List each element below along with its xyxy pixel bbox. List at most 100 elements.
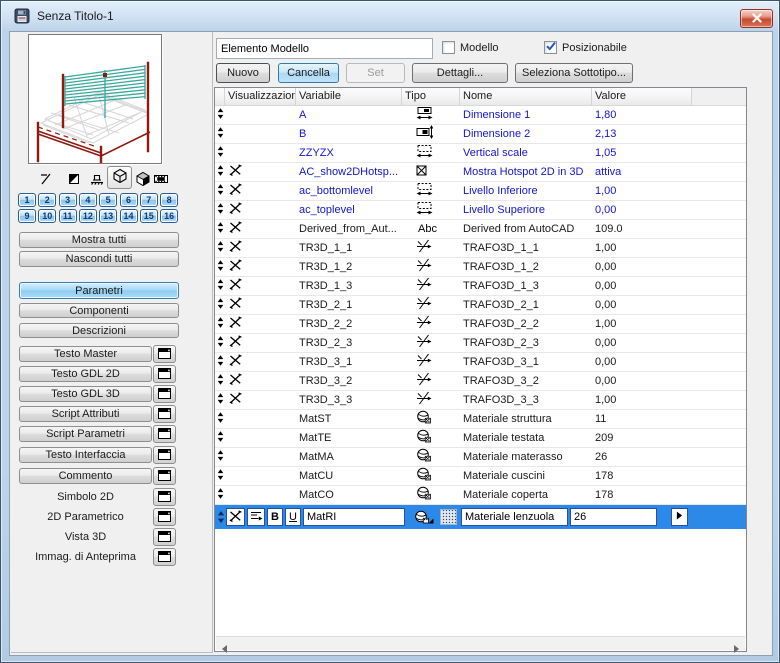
seleziona-sottotipo-button[interactable]: Seleziona Sottotipo... xyxy=(515,63,633,83)
table-row[interactable]: ac_bottomlevelLivello Inferiore1,00 xyxy=(215,182,746,201)
bold-button[interactable]: B xyxy=(267,508,283,526)
view-mode-button-wireframe-3d-icon[interactable] xyxy=(107,166,132,189)
table-row[interactable]: AC_show2DHotsp...Mostra Hotspot 2D in 3D… xyxy=(215,163,746,182)
page-button-15[interactable]: 15 xyxy=(140,209,158,223)
table-row[interactable]: MatTEMateriale testata209 xyxy=(215,429,746,448)
hidden-x-icon[interactable] xyxy=(229,258,242,276)
table-row[interactable]: TR3D_3_2TRAFO3D_3_20,00 xyxy=(215,372,746,391)
set-button[interactable]: Set xyxy=(346,63,405,83)
hidden-x-icon[interactable] xyxy=(229,163,242,181)
table-row[interactable]: Derived_from_Aut...AbcDerived from AutoC… xyxy=(215,220,746,239)
selected-parameter-row[interactable]: B U xyxy=(215,505,746,529)
preview-3d-view[interactable] xyxy=(28,34,162,164)
move-updown-icon[interactable] xyxy=(217,125,224,143)
move-updown-icon[interactable] xyxy=(217,315,224,333)
close-button[interactable] xyxy=(740,9,773,28)
page-button-3[interactable]: 3 xyxy=(59,193,77,207)
move-updown-icon[interactable] xyxy=(217,467,224,485)
move-updown-icon[interactable] xyxy=(217,201,224,219)
table-row[interactable]: ZZYZXVertical scale1,05 xyxy=(215,144,746,163)
table-row[interactable]: TR3D_1_1TRAFO3D_1_11,00 xyxy=(215,239,746,258)
script-button-4[interactable]: Script Parametri xyxy=(19,426,152,442)
script-button-5[interactable]: Testo Interfaccia xyxy=(19,447,152,463)
open-window-button[interactable] xyxy=(153,385,176,403)
table-row[interactable]: TR3D_1_2TRAFO3D_1_20,00 xyxy=(215,258,746,277)
hidden-x-icon[interactable] xyxy=(229,239,242,257)
modello-checkbox[interactable] xyxy=(442,41,455,54)
variable-name-input[interactable] xyxy=(303,508,405,526)
header-valore[interactable]: Valore xyxy=(592,88,692,105)
move-updown-icon[interactable] xyxy=(217,486,224,504)
page-button-10[interactable]: 10 xyxy=(38,209,56,223)
hidden-x-icon[interactable] xyxy=(229,315,242,333)
table-row[interactable]: TR3D_2_3TRAFO3D_2_30,00 xyxy=(215,334,746,353)
page-button-11[interactable]: 11 xyxy=(59,209,77,223)
script-button-3[interactable]: Script Attributi xyxy=(19,406,152,422)
header-variabile[interactable]: Variabile xyxy=(296,88,402,105)
move-updown-icon[interactable] xyxy=(217,144,224,162)
page-button-2[interactable]: 2 xyxy=(38,193,56,207)
sidebar-item-componenti[interactable]: Componenti xyxy=(19,303,179,318)
open-window-button[interactable] xyxy=(153,467,176,485)
cancella-button[interactable]: Cancella xyxy=(278,63,339,83)
move-updown-icon[interactable] xyxy=(217,391,224,409)
underline-button[interactable]: U xyxy=(285,508,301,526)
table-row[interactable]: TR3D_2_1TRAFO3D_2_10,00 xyxy=(215,296,746,315)
parameter-name-input[interactable] xyxy=(461,508,568,526)
hidden-x-icon[interactable] xyxy=(229,334,242,352)
page-button-8[interactable]: 8 xyxy=(160,193,178,207)
dettagli-button[interactable]: Dettagli... xyxy=(412,63,508,83)
hidden-x-icon[interactable] xyxy=(229,182,242,200)
header-visualizzazione[interactable]: Visualizzazion xyxy=(225,88,296,105)
show-all-button[interactable]: Mostra tutti xyxy=(19,232,179,248)
move-updown-icon[interactable] xyxy=(217,277,224,295)
move-updown-icon[interactable] xyxy=(217,296,224,314)
hidden-x-icon[interactable] xyxy=(229,277,242,295)
table-row[interactable]: BDimensione 22,13 xyxy=(215,125,746,144)
move-updown-icon[interactable] xyxy=(215,511,226,523)
hide-all-button[interactable]: Nascondi tutti xyxy=(19,251,179,267)
page-button-1[interactable]: 1 xyxy=(18,193,36,207)
move-updown-icon[interactable] xyxy=(217,239,224,257)
open-window-button[interactable] xyxy=(153,548,176,566)
script-button-6[interactable]: Commento xyxy=(19,468,152,484)
scroll-right-icon[interactable] xyxy=(732,640,740,648)
page-button-7[interactable]: 7 xyxy=(140,193,158,207)
posizionabile-checkbox[interactable] xyxy=(544,41,557,54)
open-window-button[interactable] xyxy=(153,528,176,546)
page-button-14[interactable]: 14 xyxy=(120,209,138,223)
array-grid-icon[interactable] xyxy=(440,509,457,525)
table-row[interactable]: TR3D_3_1TRAFO3D_3_10,00 xyxy=(215,353,746,372)
move-updown-icon[interactable] xyxy=(217,334,224,352)
move-updown-icon[interactable] xyxy=(217,429,224,447)
indent-arrow-button[interactable] xyxy=(247,508,265,526)
element-name-input[interactable] xyxy=(216,38,433,59)
table-row[interactable]: TR3D_2_2TRAFO3D_2_21,00 xyxy=(215,315,746,334)
header-move-column[interactable] xyxy=(215,88,225,105)
hidden-x-icon[interactable] xyxy=(229,201,242,219)
scroll-left-icon[interactable] xyxy=(221,640,229,648)
table-row[interactable]: MatSTMateriale struttura11 xyxy=(215,410,746,429)
move-updown-icon[interactable] xyxy=(217,106,224,124)
material-dropdown-icon[interactable] xyxy=(411,510,437,524)
open-window-button[interactable] xyxy=(153,446,176,464)
header-tipo[interactable]: Tipo xyxy=(402,88,460,105)
open-window-button[interactable] xyxy=(153,508,176,526)
hidden-x-icon[interactable] xyxy=(229,353,242,371)
script-button-2[interactable]: Testo GDL 3D xyxy=(19,386,152,402)
expand-value-button[interactable] xyxy=(671,508,688,526)
page-button-9[interactable]: 9 xyxy=(18,209,36,223)
page-button-5[interactable]: 5 xyxy=(99,193,117,207)
page-button-13[interactable]: 13 xyxy=(99,209,117,223)
open-window-button[interactable] xyxy=(153,365,176,383)
page-button-4[interactable]: 4 xyxy=(79,193,97,207)
page-button-12[interactable]: 12 xyxy=(79,209,97,223)
hidden-x-icon[interactable] xyxy=(229,296,242,314)
table-row[interactable]: TR3D_3_3TRAFO3D_3_31,00 xyxy=(215,391,746,410)
hide-parameter-button[interactable] xyxy=(226,508,245,526)
open-window-button[interactable] xyxy=(153,345,176,363)
symbol-2d-filled-icon[interactable] xyxy=(66,171,83,188)
hidden-x-icon[interactable] xyxy=(229,372,242,390)
move-updown-icon[interactable] xyxy=(217,163,224,181)
table-row[interactable]: MatCOMateriale coperta178 xyxy=(215,486,746,505)
